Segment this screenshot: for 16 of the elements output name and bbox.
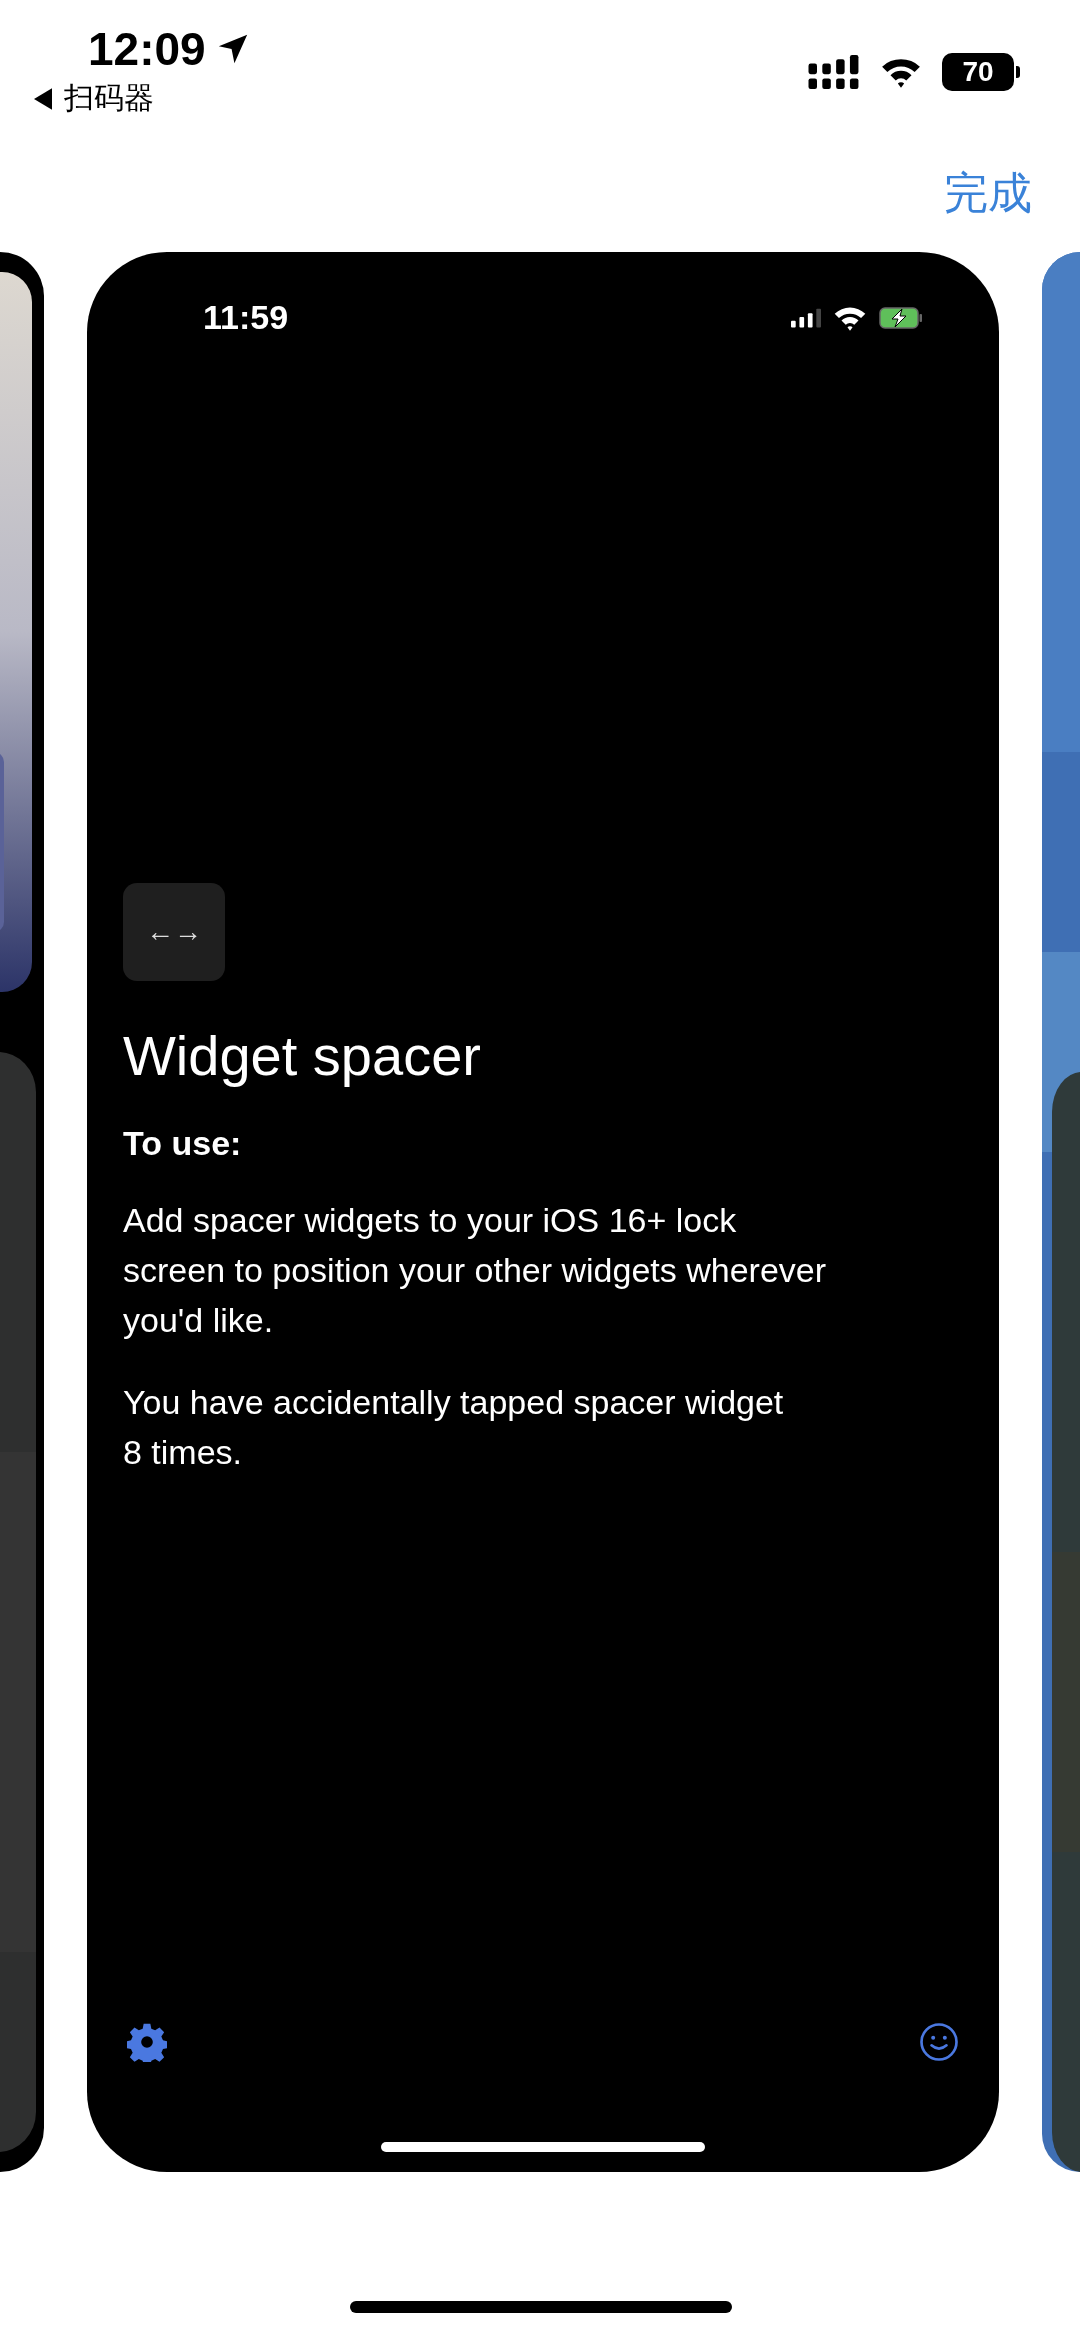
app-title: Widget spacer (123, 1023, 482, 1088)
settings-icon[interactable] (127, 2022, 167, 2062)
back-triangle-icon (34, 87, 52, 110)
signal-icon (791, 307, 821, 328)
smiley-icon[interactable] (919, 2022, 959, 2062)
back-button[interactable]: 扫码器 (34, 78, 250, 119)
done-button[interactable]: 完成 (944, 130, 1032, 223)
arrows-label: ←→ (146, 916, 202, 948)
wifi-icon (880, 56, 922, 88)
signal-icon (808, 55, 860, 89)
description-text: Add spacer widgets to your iOS 16+ lock screen to position your other widgets wherever you'd like. (123, 1200, 828, 1341)
section-heading: To use: (123, 1124, 243, 1163)
description-text: You have accidentally tapped spacer widget 8 times. (123, 1382, 785, 1473)
preview-status-time: 11:59 (203, 298, 289, 337)
status-time: 12:09 (88, 22, 206, 76)
charging-battery-icon (879, 306, 923, 329)
